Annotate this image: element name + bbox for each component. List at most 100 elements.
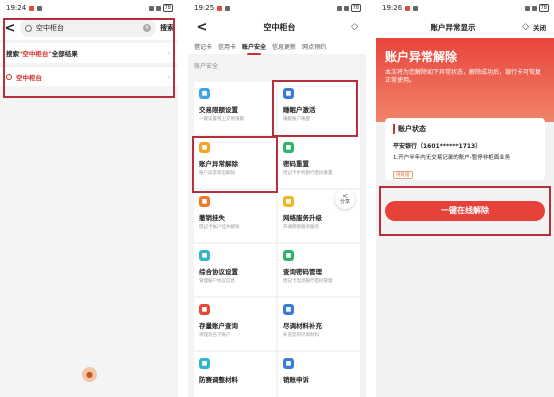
wifi-icon	[531, 5, 537, 11]
microphone-icon[interactable]: ●	[82, 367, 97, 382]
search-button[interactable]: 搜索	[160, 23, 174, 33]
notification-icon	[217, 5, 223, 11]
doc2-icon: ■	[199, 358, 210, 369]
service-tile[interactable]: ■ 销账申诉	[278, 352, 360, 397]
tile-name: 存量账户查询	[199, 322, 238, 330]
result-highlight: "空中柜台"	[19, 50, 52, 58]
service-tile[interactable]: ■ 综合协议设置 管理账户协议信息	[194, 244, 276, 296]
shield-icon: ■	[283, 196, 294, 207]
status-bar: 19:26 78	[376, 0, 554, 16]
tile-desc: 开通网络服务服务	[283, 225, 319, 230]
page-title: 空中柜台	[263, 22, 296, 32]
app-bar: 账户异常显示 ◇ 关闭	[376, 16, 554, 38]
tile-desc: 借记卡账户挂失解除	[199, 225, 240, 230]
chevron-right-icon: ›	[167, 72, 170, 81]
result-highlight: 空中柜台	[16, 73, 42, 82]
section-title: 账户安全	[194, 63, 219, 70]
unlock-online-button[interactable]: 一键在线解除	[385, 201, 545, 221]
service-tile[interactable]: ■ 账户异常解除 账户异常状态解除	[194, 136, 276, 188]
banner-subtitle: 本次将为您解除如下异常状态，解除成功后，银行卡可恢复正常使用。	[385, 69, 542, 85]
search-screen: 19:24 78 < 空中柜台 × 搜索 搜索 "空中柜台" 全部结果 › 空中柜台…	[0, 0, 178, 397]
search-bar: < 空中柜台 × 搜索	[0, 16, 178, 40]
tile-name: 密码重置	[283, 160, 309, 168]
tile-name: 查询密码管理	[283, 268, 322, 276]
service-tile[interactable]: ■ 查询密码管理 借记卡电话银行密码管理	[278, 244, 360, 296]
tile-name: 综合协议设置	[199, 268, 238, 276]
service-tile[interactable]: ■ 交易限额设置一键设置线上交易限额	[194, 82, 276, 134]
notification-icon	[29, 5, 35, 11]
appeal-icon: ■	[283, 358, 294, 369]
account-exception-screen: 19:26 78 账户异常显示 ◇ 关闭 账户异常解除 本次将为您解除如下异常状…	[376, 0, 554, 397]
wifi-icon	[155, 5, 161, 11]
tile-desc: 账户异常状态解除	[199, 171, 235, 176]
tile-desc: 一键设置线上交易限额	[199, 117, 244, 122]
battery-icon: 78	[350, 4, 361, 12]
file-icon: ■	[283, 304, 294, 315]
tile-name: 睡眠户激活	[283, 106, 316, 114]
suggestion-icon	[6, 73, 12, 80]
chevron-right-icon: ›	[167, 49, 170, 57]
unlock-icon: ■	[199, 142, 210, 153]
service-tile[interactable]: ■ 防赛调整材料	[194, 352, 276, 397]
more-icon[interactable]: ◇	[522, 22, 529, 32]
search-value: 空中柜台	[36, 24, 64, 32]
battery-icon: 78	[162, 4, 173, 12]
result-suffix: 全部结果	[51, 50, 78, 58]
search-input[interactable]: 空中柜台 ×	[20, 19, 156, 37]
clear-icon[interactable]: ×	[143, 24, 151, 32]
share-label: 分享	[339, 199, 350, 205]
doc-icon: ■	[199, 250, 210, 261]
bank-account: 平安银行（1601******1713）	[393, 143, 482, 150]
search-all-results[interactable]: 搜索 "空中柜台" 全部结果 ›	[0, 43, 178, 63]
status-bar: 19:24 78	[0, 0, 178, 16]
battery-icon: 78	[538, 4, 549, 12]
more-icon[interactable]: ◇	[351, 22, 358, 32]
lock-icon: ■	[283, 142, 294, 153]
moon-icon: ■	[283, 88, 294, 99]
notification-icon	[37, 5, 43, 11]
service-tile[interactable]: ■ 睡眠户激活 睡眠账户唤醒	[278, 82, 360, 134]
time: 19:25	[194, 4, 215, 12]
wifi-icon	[343, 5, 349, 11]
service-tile[interactable]: ■ 密码重置借记卡手机银行密码重置	[278, 136, 360, 188]
close-button[interactable]: 关闭	[533, 22, 546, 32]
tile-name: 销账申诉	[283, 376, 309, 384]
card-icon: ■	[199, 196, 210, 207]
tab-debit[interactable]: 借记卡	[194, 42, 212, 51]
notification-icon	[225, 5, 231, 11]
limit-icon: ■	[199, 88, 210, 99]
share-button[interactable]: ≺ 分享	[335, 189, 355, 209]
result-prefix: 搜索	[6, 50, 19, 58]
time: 19:26	[382, 4, 403, 12]
notification-icon	[405, 5, 411, 11]
tile-name: 交易限额设置	[199, 106, 238, 114]
tile-desc: 借记卡手机银行密码重置	[283, 171, 333, 176]
service-tile[interactable]: ■ 尽调材料补充 补充您的尽调材料	[278, 298, 360, 350]
service-tile[interactable]: ■ 存量账户查询 清理您名下账户	[194, 298, 276, 350]
status-badge: 待处理	[393, 171, 413, 179]
tab-info-update[interactable]: 信息更新	[272, 42, 296, 51]
back-icon[interactable]: <	[4, 22, 16, 35]
back-icon[interactable]: <	[196, 21, 208, 34]
tile-name: 网络服务升级	[283, 214, 322, 222]
page-title: 账户异常显示	[430, 22, 476, 32]
status-bar: 19:25 78	[188, 0, 366, 16]
signal-icon	[148, 5, 154, 11]
status-text: 1.开户半年内无交易记录的账户-暂停非柜面业务	[393, 155, 511, 161]
search-icon	[25, 24, 32, 32]
tab-credit[interactable]: 信用卡	[218, 42, 236, 51]
search-icon: ■	[199, 304, 210, 315]
account-status-card: 账户状态 平安银行（1601******1713） 1.开户半年内无交易记录的账…	[385, 118, 545, 180]
service-tile[interactable]: ■ 撤销挂失 借记卡账户挂失解除	[194, 190, 276, 242]
time: 19:24	[6, 4, 27, 12]
search-suggestion[interactable]: 空中柜台 ›	[0, 66, 178, 86]
app-bar: < 空中柜台 ◇	[188, 16, 366, 38]
notification-icon	[413, 5, 419, 11]
tile-desc: 管理账户协议信息	[199, 279, 235, 284]
tile-desc: 借记卡电话银行密码管理	[283, 279, 333, 284]
tab-appointment[interactable]: 网点预约	[302, 42, 326, 51]
banner: 账户异常解除 本次将为您解除如下异常状态，解除成功后，银行卡可恢复正常使用。	[376, 38, 554, 122]
tab-security[interactable]: 账户安全	[242, 42, 266, 55]
signal-icon	[336, 5, 342, 11]
tile-name: 尽调材料补充	[283, 322, 322, 330]
